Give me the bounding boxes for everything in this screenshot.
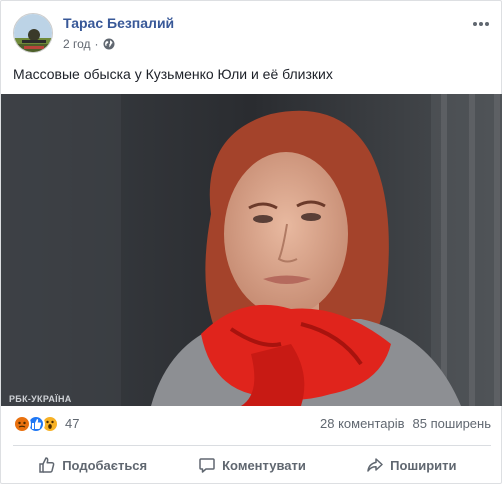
- more-dot: [479, 22, 483, 26]
- like-label: Подобається: [62, 457, 148, 473]
- divider: [13, 445, 491, 446]
- more-dot: [485, 22, 489, 26]
- post-header: Тарас Безпалий 2 год ·: [13, 13, 491, 55]
- photo-image: [1, 94, 502, 406]
- share-button[interactable]: Поширити: [332, 449, 491, 481]
- shares-count[interactable]: 85 поширень: [413, 416, 491, 431]
- globe-icon[interactable]: [103, 38, 115, 50]
- author-name[interactable]: Тарас Безпалий: [63, 15, 174, 31]
- post-text: Массовые обыска у Кузьменко Юли и её бли…: [13, 66, 333, 82]
- like-button[interactable]: Подобається: [13, 449, 172, 481]
- post-card: Тарас Безпалий 2 год · Массовые обыска у…: [0, 0, 502, 484]
- reaction-count[interactable]: 47: [65, 415, 79, 433]
- engagement-counts: 28 коментарів 85 поширень: [320, 416, 491, 431]
- post-stats: 47 28 коментарів 85 поширень: [13, 413, 491, 435]
- photo-watermark: РБК-УКРАЇНА: [9, 394, 72, 404]
- more-dot: [473, 22, 477, 26]
- like-icon: [39, 457, 55, 473]
- comment-icon: [199, 458, 215, 473]
- comments-count[interactable]: 28 коментарів: [320, 416, 405, 431]
- avatar[interactable]: [13, 13, 53, 53]
- post-meta: 2 год ·: [63, 37, 115, 51]
- post-actions: Подобається Коментувати Поширити: [13, 449, 491, 481]
- avatar-image: [14, 14, 52, 52]
- comment-label: Коментувати: [222, 457, 306, 473]
- angry-reaction-icon: [13, 415, 31, 433]
- post-time[interactable]: 2 год: [63, 37, 91, 51]
- comment-button[interactable]: Коментувати: [172, 449, 331, 481]
- share-icon: [367, 458, 383, 472]
- share-label: Поширити: [390, 457, 457, 473]
- post-photo[interactable]: РБК-УКРАЇНА: [1, 94, 502, 406]
- meta-separator: ·: [94, 37, 99, 51]
- reactions-summary[interactable]: 47: [13, 415, 79, 433]
- more-options-button[interactable]: [471, 17, 491, 31]
